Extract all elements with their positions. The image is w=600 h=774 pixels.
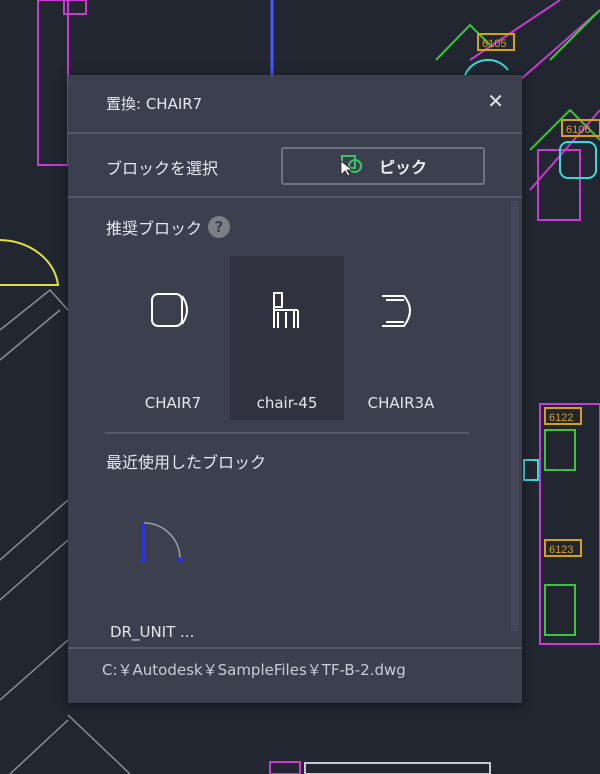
chair-45-thumbnail-icon bbox=[273, 292, 299, 328]
pick-cursor-icon bbox=[340, 155, 362, 177]
block-tile-chair7[interactable]: CHAIR7 bbox=[116, 256, 230, 420]
pick-button[interactable]: ピック bbox=[281, 147, 485, 185]
block-label: CHAIR7 bbox=[144, 394, 202, 412]
divider bbox=[68, 647, 522, 649]
replace-block-dialog: 置換: CHAIR7 ✕ ブロックを選択 ピック 推奨ブロック ? CHAIR7… bbox=[68, 75, 522, 703]
select-block-label: ブロックを選択 bbox=[106, 159, 219, 178]
close-icon[interactable]: ✕ bbox=[487, 89, 504, 113]
room-label: 6106 bbox=[566, 124, 590, 136]
block-label: DR_UNIT ... bbox=[110, 623, 195, 641]
room-label: 6105 bbox=[482, 38, 506, 50]
recent-header: 最近使用したブロック bbox=[106, 453, 267, 472]
dialog-title: 置換: CHAIR7 bbox=[106, 95, 203, 113]
block-tile-chair3a[interactable]: CHAIR3A bbox=[344, 256, 458, 420]
recommended-header: 推奨ブロック ? bbox=[106, 215, 231, 239]
recent-block-dr-unit[interactable]: DR_UNIT ... bbox=[104, 495, 214, 645]
room-label: 6123 bbox=[549, 544, 573, 556]
chair7-thumbnail-icon bbox=[151, 293, 188, 327]
divider bbox=[105, 432, 469, 434]
divider bbox=[68, 132, 522, 134]
block-label: CHAIR3A bbox=[367, 394, 435, 412]
chair3a-thumbnail-icon bbox=[382, 295, 411, 327]
door-unit-thumbnail-icon bbox=[140, 522, 183, 563]
divider bbox=[68, 196, 522, 198]
file-path: C:￥Autodesk￥SampleFiles￥TF-B-2.dwg bbox=[102, 661, 406, 679]
scrollbar[interactable] bbox=[511, 201, 519, 631]
pick-button-label: ピック bbox=[378, 158, 427, 177]
recommended-header-label: 推奨ブロック bbox=[106, 219, 203, 238]
help-icon[interactable]: ? bbox=[208, 216, 231, 238]
block-tile-chair-45[interactable]: chair-45 bbox=[230, 256, 344, 420]
room-label: 6122 bbox=[549, 412, 573, 424]
block-label: chair-45 bbox=[256, 394, 318, 412]
